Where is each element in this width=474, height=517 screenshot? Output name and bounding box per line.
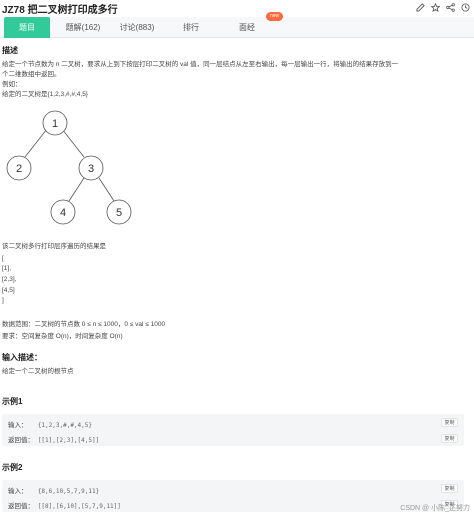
input-value: {8,6,10,5,7,9,11} bbox=[37, 488, 100, 495]
header-actions bbox=[416, 2, 470, 13]
example-2-box: 输入： {8,6,10,5,7,9,11} 复制 返回值： [[8],[6,10… bbox=[2, 480, 464, 512]
output-value: [[8],[6,10],[5,7,9,11]] bbox=[37, 503, 121, 510]
new-badge: new bbox=[266, 12, 284, 21]
tree-edge-3-5 bbox=[98, 177, 115, 202]
complexity-requirement: 要求：空间复杂度 O(n)，时间复杂度 O(n) bbox=[2, 333, 123, 340]
input-label: 输入： bbox=[8, 488, 28, 495]
tab-discussion[interactable]: 讨论(883) bbox=[112, 17, 162, 38]
share-icon[interactable] bbox=[446, 3, 455, 12]
tab-solutions[interactable]: 题解(162) bbox=[58, 17, 108, 38]
tree-node-5-label: 5 bbox=[116, 207, 122, 219]
result-line: [4,5] bbox=[2, 287, 15, 294]
example-2-input-row: 输入： {8,6,10,5,7,9,11} bbox=[8, 485, 99, 495]
input-description-text: 给定一个二叉树的根节点 bbox=[2, 368, 74, 375]
example-2-heading: 示例2 bbox=[2, 463, 23, 472]
tree-node-1-label: 1 bbox=[52, 118, 58, 130]
result-line: [1], bbox=[2, 265, 12, 272]
tab-bar: 题目 题解(162) 讨论(883) 排行 面经 bbox=[0, 17, 474, 38]
tab-problem[interactable]: 题目 bbox=[4, 17, 50, 38]
binary-tree-diagram: 1 2 3 4 5 bbox=[6, 110, 132, 225]
example-1-output-row: 返回值： [[1],[2,3],[4,5]] bbox=[8, 434, 99, 444]
watermark: CSDN @ 小陈_正努力 bbox=[400, 505, 470, 512]
result-line: [ bbox=[2, 255, 4, 262]
example-2-output-row: 返回值： [[8],[6,10],[5,7,9,11]] bbox=[8, 500, 121, 510]
output-value: [[1],[2,3],[4,5]] bbox=[37, 437, 100, 444]
clock-icon[interactable] bbox=[461, 3, 470, 12]
tree-edge-3-4 bbox=[68, 177, 85, 202]
tree-node-2-label: 2 bbox=[16, 163, 22, 175]
description-line-2: 个二维数组中返回。 bbox=[2, 71, 61, 78]
input-label: 输入： bbox=[8, 422, 28, 429]
tree-edge-1-2 bbox=[24, 128, 48, 158]
problem-header: JZ78 把二叉树打印成多行 bbox=[0, 0, 474, 16]
copy-button[interactable]: 复制 bbox=[441, 418, 458, 427]
result-line: ] bbox=[2, 297, 4, 304]
tree-node-3-label: 3 bbox=[88, 163, 94, 175]
data-range: 数据范围：二叉树的节点数 0 ≤ n ≤ 1000，0 ≤ val ≤ 1000 bbox=[2, 321, 166, 328]
example-1-heading: 示例1 bbox=[2, 397, 23, 406]
example-1-box: 输入： {1,2,3,#,#,4,5} 复制 返回值： [[1],[2,3],[… bbox=[2, 414, 464, 446]
example-tree-text: 给定的二叉树是{1,2,3,#,#,4,5} bbox=[2, 91, 88, 98]
result-line: [2,3], bbox=[2, 276, 17, 283]
description-heading: 描述 bbox=[2, 46, 18, 55]
tab-ranking[interactable]: 排行 bbox=[168, 17, 214, 38]
result-intro: 该二叉树多行打印层序遍历的结果是 bbox=[2, 243, 106, 250]
input-description-heading: 输入描述： bbox=[2, 353, 42, 362]
copy-button[interactable]: 复制 bbox=[441, 434, 458, 443]
example-label: 例如： bbox=[2, 81, 22, 88]
copy-button[interactable]: 复制 bbox=[441, 484, 458, 493]
tab-interview[interactable]: 面经 bbox=[224, 17, 270, 38]
output-label: 返回值： bbox=[8, 437, 34, 444]
problem-title: JZ78 把二叉树打印成多行 bbox=[2, 5, 118, 16]
description-line-1: 给定一个节点数为 n 二叉树，要求从上到下按层打印二叉树的 val 值，同一层结… bbox=[2, 61, 399, 68]
example-1-input-row: 输入： {1,2,3,#,#,4,5} bbox=[8, 419, 92, 429]
tree-node-4-label: 4 bbox=[60, 207, 66, 219]
edit-icon[interactable] bbox=[416, 3, 425, 12]
tree-edge-1-3 bbox=[61, 128, 85, 158]
input-value: {1,2,3,#,#,4,5} bbox=[37, 422, 92, 429]
output-label: 返回值： bbox=[8, 503, 34, 510]
star-icon[interactable] bbox=[430, 2, 441, 13]
